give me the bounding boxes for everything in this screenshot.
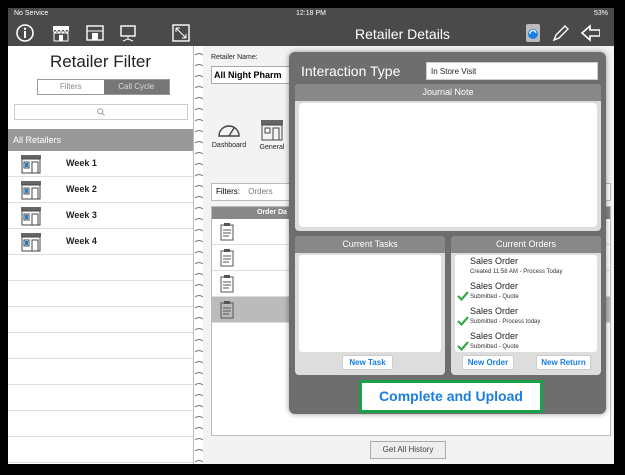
week-label: Week 3	[66, 210, 97, 220]
journal-note-header: Journal Note	[295, 84, 601, 101]
status-carrier: No Service	[14, 10, 49, 17]
retailer-filter-title: Retailer Filter	[49, 52, 152, 71]
document-icon	[220, 249, 234, 267]
list-item	[8, 281, 193, 307]
list-item	[8, 333, 193, 359]
store-icon	[21, 233, 41, 252]
order-title: Sales Order	[470, 331, 519, 341]
back-arrow-icon[interactable]	[580, 23, 600, 43]
order-subtitle: Submitted - Process today	[470, 319, 541, 325]
device-frame: No Service 12:18 PM 53% Retailer Details	[0, 0, 625, 475]
list-item[interactable]: Sales Order Created 11:58 AM - Process T…	[455, 255, 597, 280]
week-list: Week 1 Week 2 Week 3 Week 4	[8, 151, 193, 463]
list-item[interactable]: Sales Order Submitted - Process today	[455, 305, 597, 330]
list-item	[8, 437, 193, 463]
current-tasks-header: Current Tasks	[295, 236, 445, 253]
week-label: Week 2	[66, 184, 97, 194]
all-retailers-header: All Retailers	[8, 129, 193, 151]
list-item	[8, 255, 193, 281]
order-title: Sales Order	[470, 281, 519, 291]
info-icon[interactable]	[15, 23, 35, 43]
week-row-2[interactable]: Week 2	[8, 177, 193, 203]
store-icon	[21, 181, 41, 200]
complete-upload-area: Complete and Upload	[295, 380, 601, 413]
interaction-type-label: Interaction Type	[301, 63, 401, 79]
new-task-button[interactable]: New Task	[342, 355, 393, 370]
dashboard-icon	[218, 125, 240, 137]
interaction-popup: Interaction Type In Store Visit Journal …	[289, 52, 606, 414]
page-title: Retailer Details	[355, 26, 450, 42]
journal-note-textarea[interactable]	[299, 103, 597, 227]
filters-label: Filters:	[216, 187, 240, 196]
list-item	[8, 411, 193, 437]
list-item	[8, 307, 193, 333]
complete-upload-button[interactable]: Complete and Upload	[359, 380, 543, 413]
current-orders-list: Sales Order Created 11:58 AM - Process T…	[455, 255, 597, 352]
dashboard-tile[interactable]: Dashboard	[209, 118, 249, 149]
week-label: Week 1	[66, 158, 97, 168]
week-row-4[interactable]: Week 4	[8, 229, 193, 255]
status-time: 12:18 PM	[296, 10, 326, 17]
store-icon	[21, 155, 41, 174]
get-all-history-button[interactable]: Get All History	[370, 441, 446, 459]
order-title: Sales Order	[470, 256, 519, 266]
dashboard-label: Dashboard	[211, 142, 247, 149]
sync-icon[interactable]	[523, 23, 543, 43]
top-bar: No Service 12:18 PM 53% Retailer Details	[8, 8, 614, 46]
journal-note-section: Journal Note	[295, 84, 601, 231]
general-tile[interactable]: General	[252, 118, 292, 151]
presentation-icon[interactable]	[118, 23, 138, 43]
current-orders-header: Current Orders	[451, 236, 601, 253]
current-tasks-section: Current Tasks New Task	[295, 236, 445, 375]
checkmark-icon	[457, 341, 469, 352]
search-input[interactable]	[14, 104, 188, 120]
store-icon[interactable]	[51, 23, 71, 43]
order-title: Sales Order	[470, 306, 519, 316]
filters-value: Orders	[248, 187, 273, 196]
list-item[interactable]: Sales Order Submitted - Quote	[455, 330, 597, 352]
store-box-icon[interactable]	[85, 23, 105, 43]
current-orders-section: Current Orders Sales Order Created 11:58…	[451, 236, 601, 375]
screen: No Service 12:18 PM 53% Retailer Details	[8, 8, 614, 464]
order-date-header-label: Order Da	[257, 209, 287, 216]
order-subtitle: Submitted - Quote	[470, 344, 519, 350]
retailer-name-field[interactable]: All Night Pharm	[211, 66, 301, 84]
retailer-filter-panel: Retailer Filter Filters Call Cycle All R…	[8, 46, 193, 464]
order-subtitle: Created 11:58 AM - Process Today	[470, 269, 563, 275]
status-battery: 53%	[593, 10, 608, 17]
new-return-button[interactable]: New Return	[536, 355, 591, 370]
document-icon	[220, 223, 234, 241]
document-icon	[220, 301, 234, 319]
pencil-icon[interactable]	[551, 23, 571, 43]
checkmark-icon	[457, 316, 469, 327]
search-icon	[97, 108, 105, 116]
checkmark-icon	[457, 291, 469, 302]
general-label: General	[259, 144, 285, 151]
spiral-binding	[193, 46, 204, 464]
list-item	[8, 359, 193, 385]
filter-segmented-control: Filters Call Cycle	[37, 79, 170, 95]
new-order-button[interactable]: New Order	[462, 355, 514, 370]
segment-call-cycle[interactable]: Call Cycle	[103, 80, 169, 94]
interaction-type-field[interactable]: In Store Visit	[426, 62, 598, 80]
retailer-name-label: Retailer Name:	[211, 54, 258, 61]
order-subtitle: Submitted - Quote	[470, 294, 519, 300]
week-row-3[interactable]: Week 3	[8, 203, 193, 229]
list-item[interactable]: Sales Order Submitted - Quote	[455, 280, 597, 305]
store-icon	[261, 120, 283, 141]
store-icon	[21, 207, 41, 226]
current-tasks-list	[299, 255, 441, 352]
list-item	[8, 385, 193, 411]
document-icon	[220, 275, 234, 293]
segment-filters[interactable]: Filters	[38, 80, 104, 94]
expand-icon[interactable]	[171, 23, 191, 43]
week-label: Week 4	[66, 236, 97, 246]
week-row-1[interactable]: Week 1	[8, 151, 193, 177]
